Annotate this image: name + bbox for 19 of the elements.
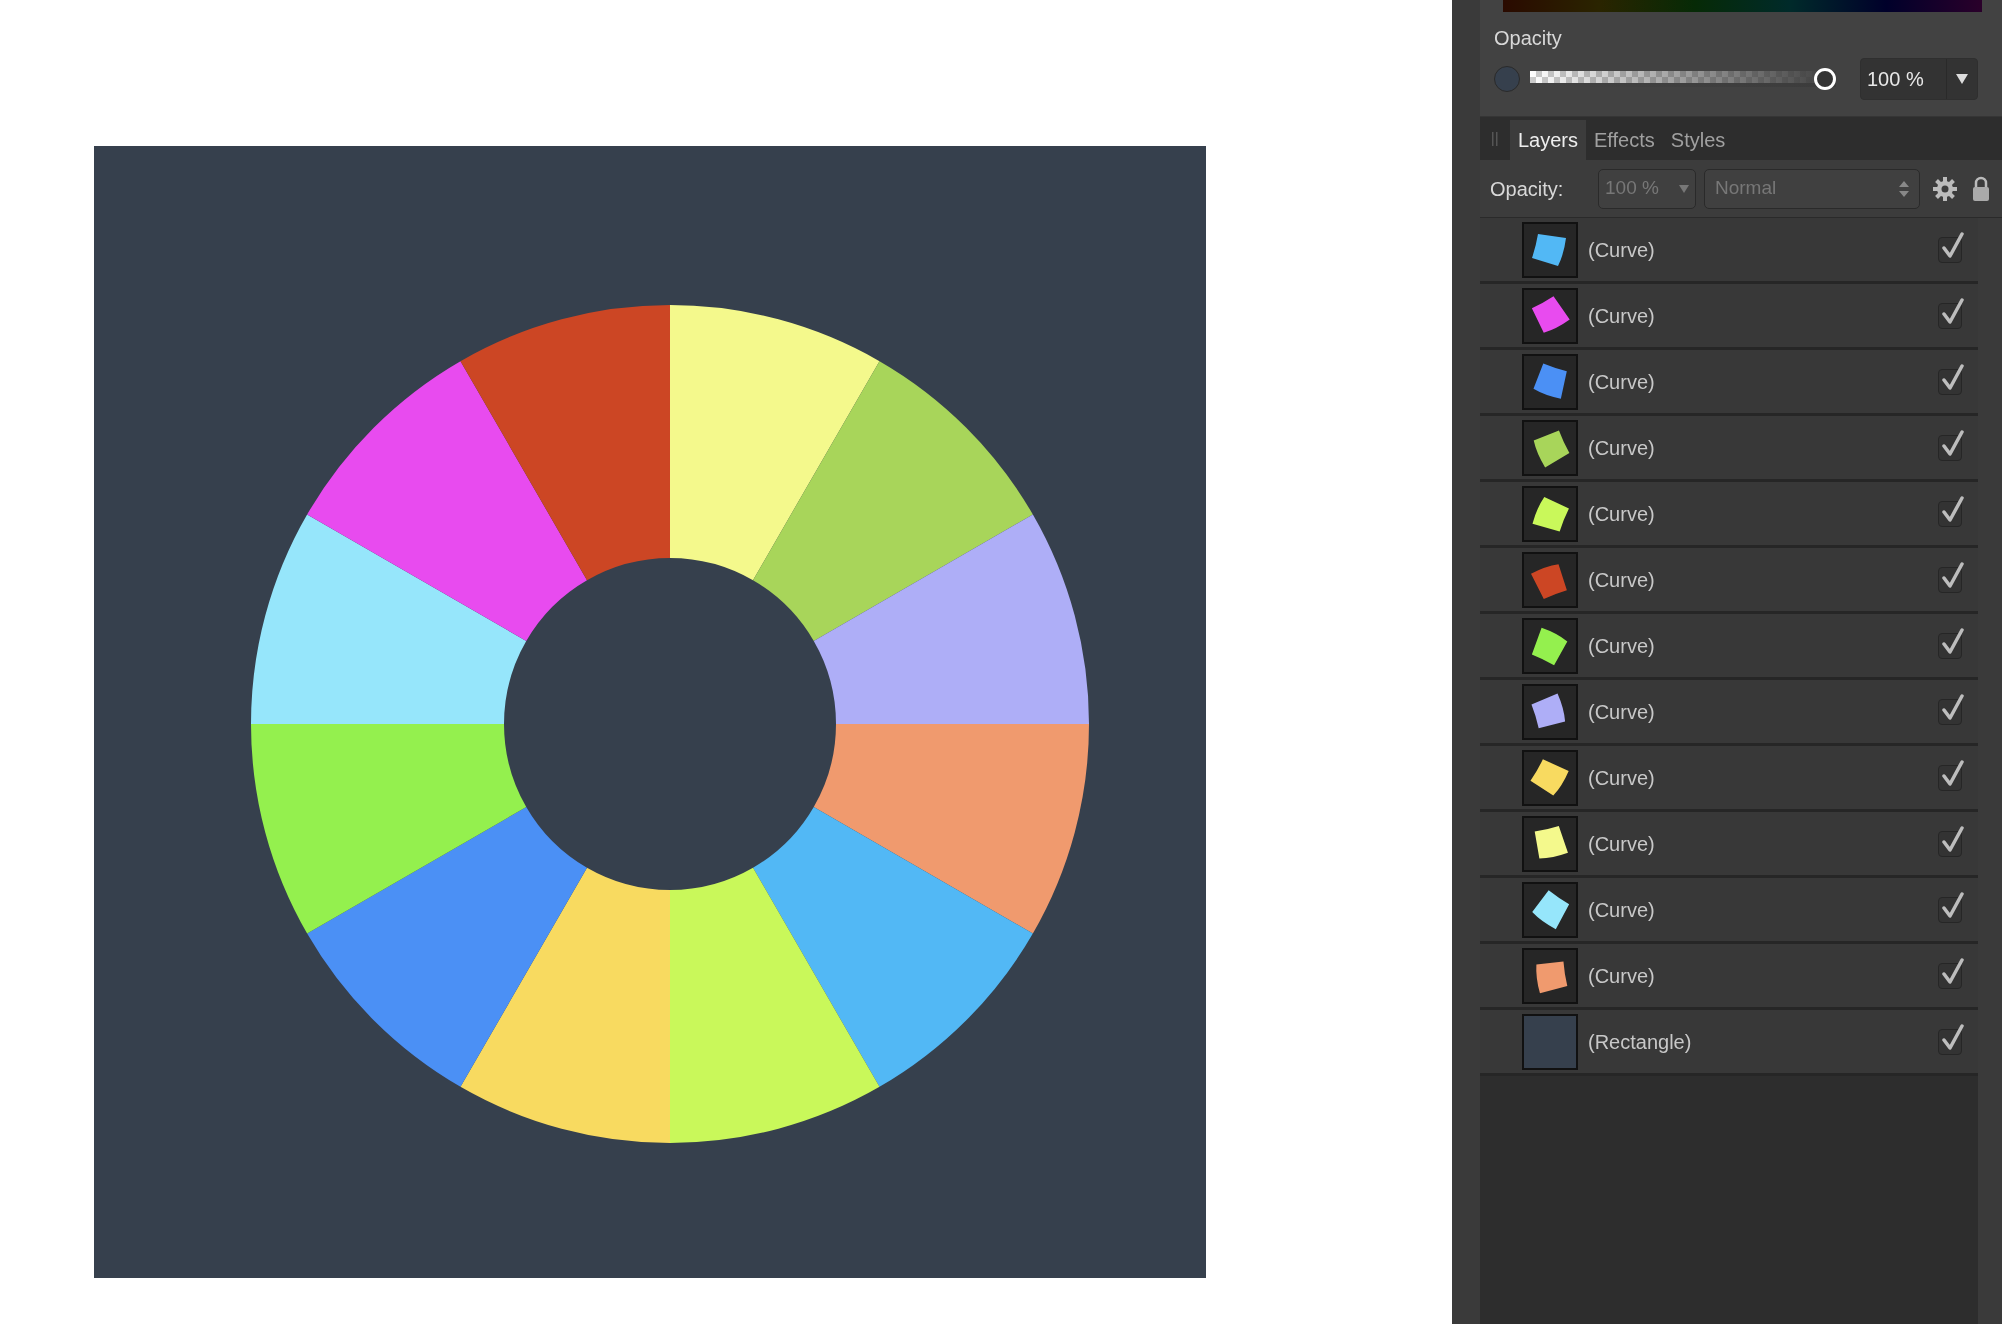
layer-name: (Curve) [1588, 831, 1656, 857]
layer-name: (Rectangle) [1588, 1029, 1693, 1055]
layer-name: (Curve) [1588, 699, 1656, 725]
layer-name: (Curve) [1588, 897, 1656, 923]
layer-name: (Curve) [1588, 633, 1656, 659]
layer-name: (Curve) [1588, 501, 1656, 527]
opacity-input[interactable]: 100 % [1860, 58, 1978, 100]
layer-name: (Curve) [1588, 303, 1656, 329]
panel-tab[interactable]: Layers [1510, 120, 1587, 160]
layer-name: (Curve) [1588, 237, 1656, 263]
layer-name: (Curve) [1588, 963, 1656, 989]
panel-tab[interactable]: Effects [1586, 120, 1663, 160]
layer-name: (Curve) [1588, 435, 1656, 461]
layer-name: (Curve) [1588, 369, 1656, 395]
panel-tab[interactable]: Styles [1662, 120, 1734, 160]
layer-name: (Curve) [1588, 765, 1656, 791]
layer-opacity-label: Opacity: [1490, 176, 1565, 202]
layer-name: (Curve) [1588, 567, 1656, 593]
opacity-label: Opacity [1494, 26, 1563, 50]
